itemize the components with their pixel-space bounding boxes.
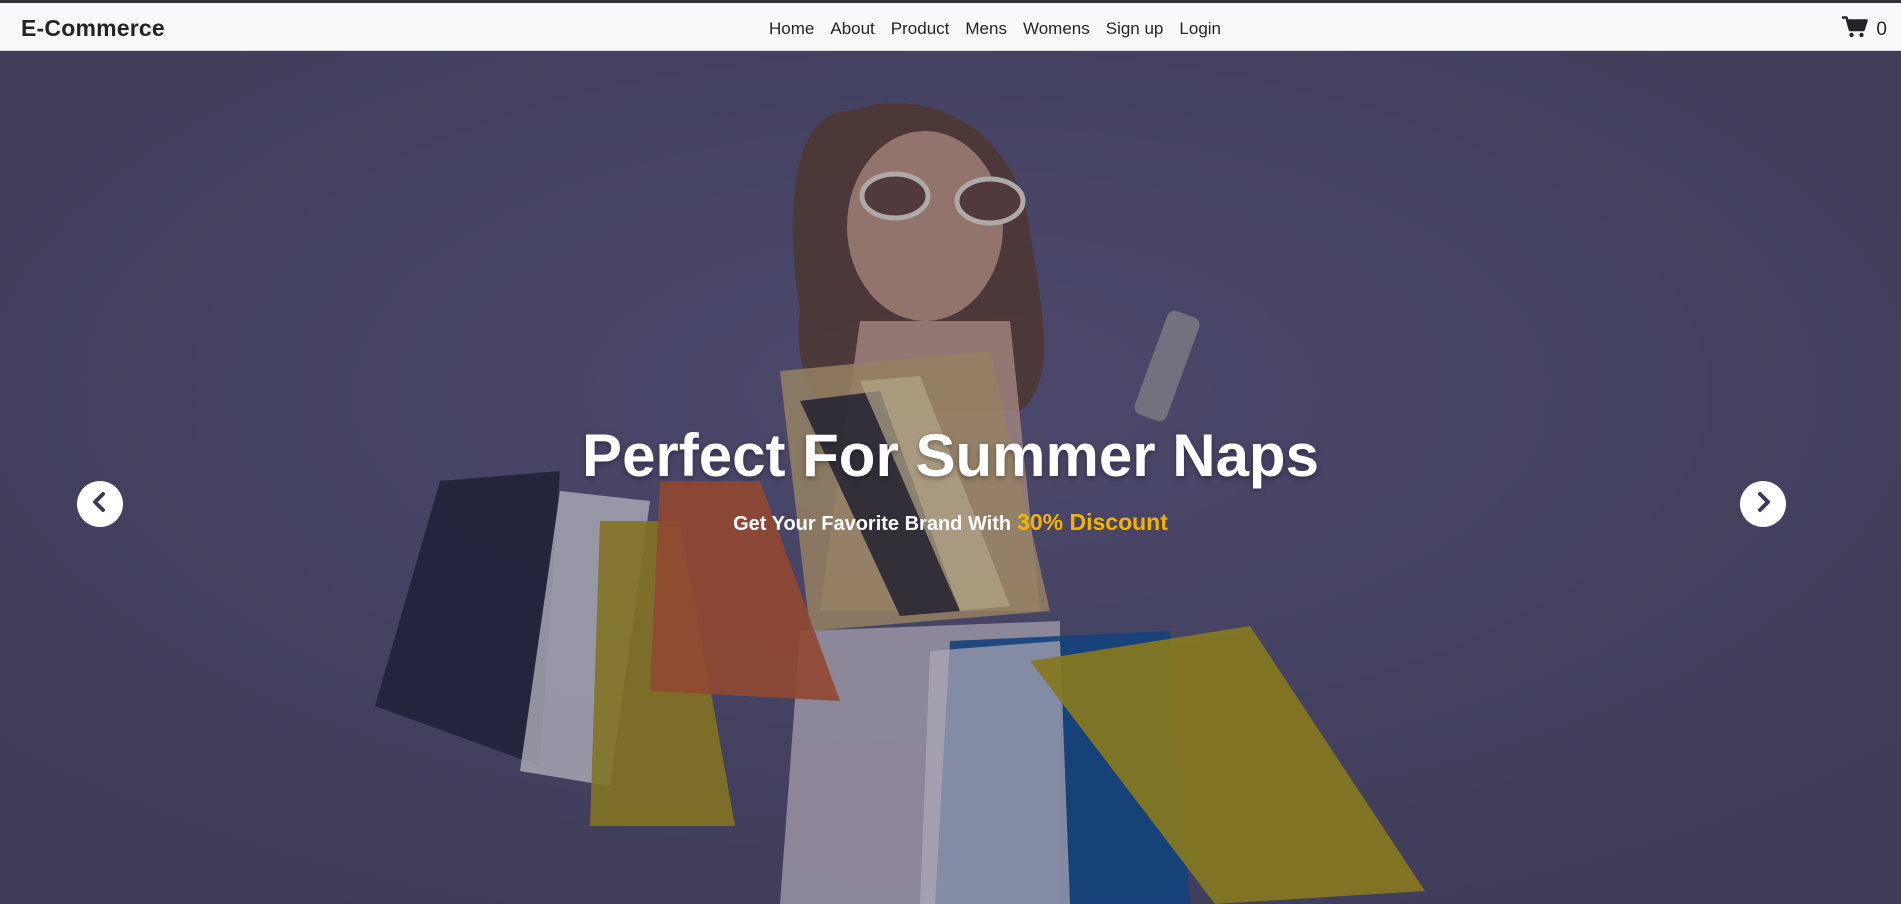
carousel-prev-button[interactable] [77, 481, 123, 527]
hero-discount-highlight: 30% Discount [1017, 509, 1168, 535]
chevron-right-icon [1752, 491, 1774, 518]
nav-links: Home About Product Mens Womens Sign up L… [769, 19, 1237, 39]
carousel-next-button[interactable] [1740, 481, 1786, 527]
hero-title: Perfect For Summer Naps [582, 422, 1319, 489]
navbar: E-Commerce Home About Product Mens Women… [0, 3, 1901, 51]
cart-button[interactable]: 0 [1842, 16, 1887, 44]
shopping-cart-icon [1842, 16, 1869, 44]
cart-count: 0 [1876, 19, 1887, 40]
nav-link-product[interactable]: Product [891, 19, 950, 39]
nav-link-login[interactable]: Login [1179, 19, 1221, 39]
nav-link-about[interactable]: About [830, 19, 874, 39]
hero-subtitle: Get Your Favorite Brand With 30% Discount [0, 509, 1901, 536]
hero-carousel: Perfect For Summer Naps Get Your Favorit… [0, 51, 1901, 904]
chevron-left-icon [89, 491, 111, 518]
nav-link-womens[interactable]: Womens [1023, 19, 1090, 39]
nav-link-mens[interactable]: Mens [965, 19, 1007, 39]
brand-logo[interactable]: E-Commerce [21, 15, 165, 42]
hero-subtitle-text: Get Your Favorite Brand With [733, 513, 1012, 535]
nav-link-home[interactable]: Home [769, 19, 814, 39]
nav-link-signup[interactable]: Sign up [1106, 19, 1164, 39]
